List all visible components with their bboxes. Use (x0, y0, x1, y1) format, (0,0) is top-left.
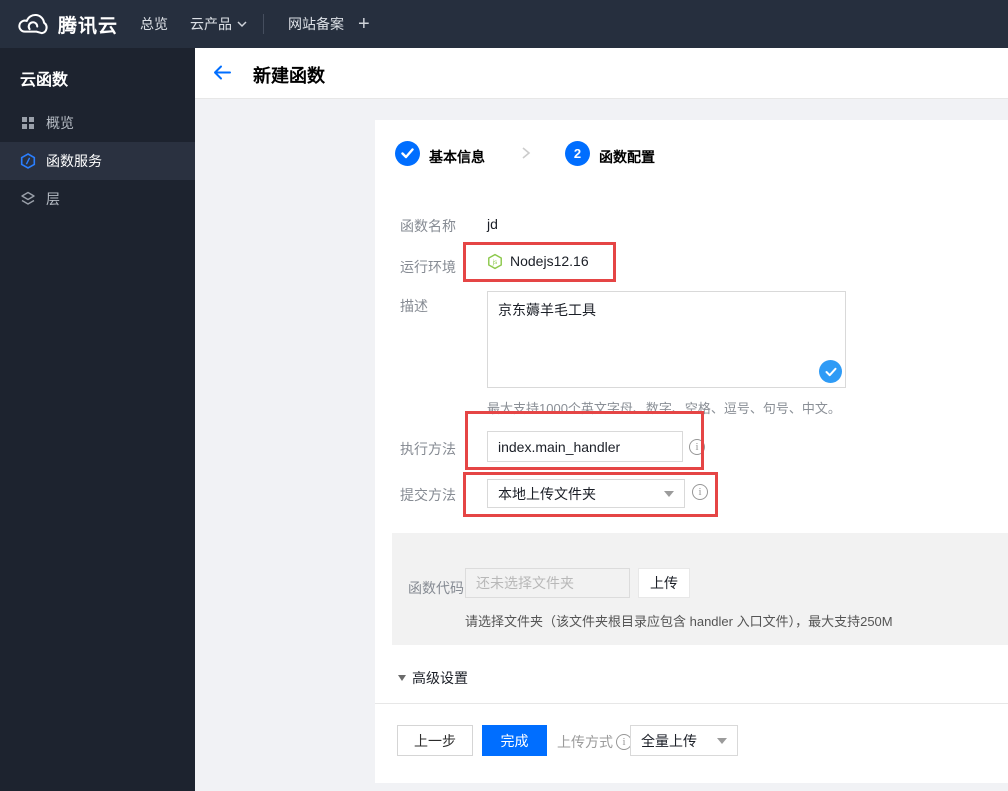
grid-icon (20, 115, 36, 131)
description-textarea[interactable]: 京东薅羊毛工具 (487, 291, 846, 388)
function-code-panel: 函数代码* 上传 请选择文件夹（该文件夹根目录应包含 handler 入口文件）… (392, 533, 1008, 645)
chevron-down-icon (237, 16, 247, 32)
submit-method-info-icon[interactable] (692, 484, 708, 500)
brand-name: 腾讯云 (58, 15, 119, 37)
sidebar-title: 云函数 (20, 72, 69, 89)
topbar-divider (263, 14, 264, 34)
svg-text:js: js (492, 258, 498, 265)
function-name-value: jd (487, 216, 498, 232)
upload-button[interactable]: 上传 (638, 568, 690, 598)
tencent-cloud-console: 腾讯云 总览 云产品 网站备案 + 云函数 概览 函数服务 层 新建函数 基本信… (0, 0, 1008, 791)
select-caret-icon (664, 490, 674, 497)
page-header: 新建函数 (195, 48, 1008, 99)
page-title: 新建函数 (253, 66, 325, 86)
submit-method-value: 本地上传文件夹 (498, 485, 596, 502)
handler-input[interactable] (487, 431, 683, 462)
step-1-done-check-icon (395, 141, 420, 166)
upload-mode-label: 上传方式 (557, 734, 613, 750)
topbar: 腾讯云 总览 云产品 网站备案 + (0, 0, 1008, 48)
nav-products-label: 云产品 (190, 16, 232, 32)
nav-icp[interactable]: 网站备案 (288, 0, 344, 48)
description-help: 最大支持1000个英文字母、数字、空格、逗号、句号、中文。 (487, 401, 841, 416)
submit-method-label: 提交方法 (400, 487, 456, 503)
description-valid-check-icon (819, 360, 842, 383)
nodejs-icon: js (487, 253, 503, 269)
sidebar-item-label: 层 (46, 191, 60, 207)
description-label: 描述 (400, 298, 428, 314)
tencent-cloud-logo-icon (16, 11, 50, 37)
sidebar-item-layers[interactable]: 层 (0, 180, 195, 218)
function-code-help: 请选择文件夹（该文件夹根目录应包含 handler 入口文件），最大支持250M (465, 614, 893, 629)
upload-mode-value: 全量上传 (641, 732, 697, 749)
runtime-label: 运行环境 (400, 259, 456, 275)
finish-button[interactable]: 完成 (482, 725, 547, 756)
function-hexagon-icon (20, 153, 36, 169)
upload-mode-select[interactable]: 全量上传 (630, 725, 738, 756)
advanced-settings-label: 高级设置 (412, 670, 468, 686)
handler-label: 执行方法 (400, 441, 456, 457)
sidebar-item-function-service[interactable]: 函数服务 (0, 142, 195, 180)
upload-mode-label-row: 上传方式 (557, 732, 632, 752)
create-function-card: 基本信息 2 函数配置 函数名称 jd 运行环境 js Nodejs12.16 … (375, 120, 1008, 783)
back-arrow-button[interactable] (213, 65, 231, 85)
runtime-value: Nodejs12.16 (510, 253, 589, 269)
advanced-caret-icon (398, 675, 406, 681)
step-2-label: 函数配置 (599, 149, 655, 165)
sidebar-item-overview[interactable]: 概览 (0, 104, 195, 142)
function-code-label-text: 函数代码 (408, 580, 464, 596)
step-1-label: 基本信息 (429, 149, 485, 165)
add-tab-button[interactable]: + (358, 0, 370, 48)
footer-divider (375, 703, 1008, 704)
handler-info-icon[interactable] (689, 439, 705, 455)
brand-logo[interactable]: 腾讯云 (16, 0, 118, 48)
step-chevron-icon (521, 146, 531, 165)
advanced-settings-toggle[interactable]: 高级设置 (398, 668, 468, 688)
runtime-value-row: js Nodejs12.16 (487, 253, 589, 269)
nav-overview[interactable]: 总览 (140, 0, 168, 48)
previous-step-button[interactable]: 上一步 (397, 725, 473, 756)
sidebar-item-label: 概览 (46, 115, 74, 131)
submit-method-select[interactable]: 本地上传文件夹 (487, 479, 685, 508)
sidebar: 云函数 概览 函数服务 层 (0, 48, 195, 791)
layers-icon (20, 191, 36, 207)
nav-products-menu[interactable]: 云产品 (190, 0, 247, 48)
function-code-label: 函数代码* (408, 578, 472, 598)
function-name-label: 函数名称 (400, 218, 456, 234)
step-2-badge: 2 (565, 141, 590, 166)
folder-path-input[interactable] (465, 568, 630, 598)
sidebar-item-label: 函数服务 (46, 153, 102, 169)
select-caret-icon (717, 737, 727, 744)
